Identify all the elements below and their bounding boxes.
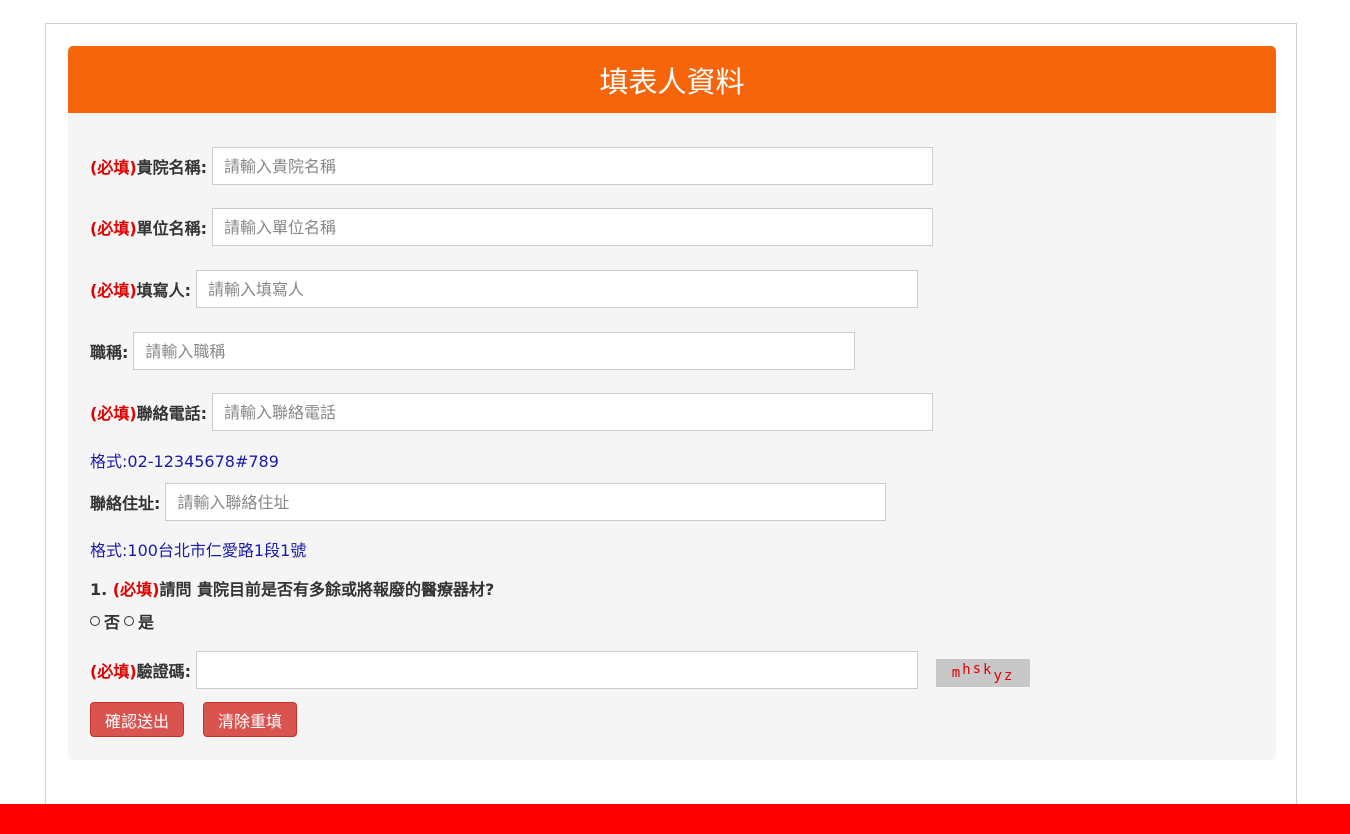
- form-panel: 填表人資料 (必填)貴院名稱: (必填)單位名稱: (必填)填寫人: 職稱: (…: [68, 46, 1276, 760]
- captcha-char: s: [972, 661, 983, 677]
- radio-label-no: 否: [104, 613, 121, 632]
- filler-row: (必填)填寫人:: [90, 269, 919, 309]
- required-mark: (必填): [112, 580, 160, 599]
- submit-button[interactable]: 確認送出: [90, 702, 185, 737]
- filler-label: (必填)填寫人:: [90, 281, 192, 300]
- captcha-char: y: [993, 668, 1004, 684]
- required-mark: (必填): [90, 662, 137, 681]
- question-text: 請問 貴院目前是否有多餘或將報廢的醫療器材?: [159, 580, 495, 599]
- radio-circle-icon[interactable]: [124, 616, 135, 626]
- unit-name-label: (必填)單位名稱:: [90, 219, 208, 238]
- reset-button[interactable]: 清除重填: [203, 702, 298, 737]
- radio-label-yes: 是: [138, 613, 155, 632]
- job-title-row: 職稱:: [90, 331, 856, 371]
- radio-option-yes[interactable]: 是: [124, 609, 154, 633]
- address-label: 聯絡住址:: [90, 494, 161, 513]
- radio-option-no[interactable]: 否: [90, 609, 120, 633]
- address-row: 聯絡住址:: [90, 482, 887, 522]
- form-title: 填表人資料: [68, 46, 1276, 113]
- job-title-input[interactable]: [133, 332, 856, 370]
- phone-input[interactable]: [212, 393, 934, 431]
- radio-circle-icon[interactable]: [90, 616, 100, 626]
- footer-bar: [0, 804, 1350, 834]
- phone-label: (必填)聯絡電話:: [90, 404, 208, 423]
- captcha-row: (必填)驗證碼:: [90, 650, 919, 690]
- captcha-input[interactable]: [196, 651, 919, 689]
- job-title-label: 職稱:: [90, 343, 129, 362]
- unit-name-input[interactable]: [212, 208, 934, 246]
- captcha-char: k: [983, 662, 994, 678]
- required-mark: (必填): [90, 281, 137, 300]
- captcha-image: m h s k y z: [936, 659, 1030, 687]
- address-input[interactable]: [165, 483, 887, 521]
- question-number: 1.: [90, 580, 108, 599]
- phone-row: (必填)聯絡電話:: [90, 392, 934, 432]
- captcha-label: (必填)驗證碼:: [90, 662, 192, 681]
- required-mark: (必填): [90, 404, 137, 423]
- phone-format-hint: 格式:02-12345678#789: [90, 452, 279, 471]
- required-mark: (必填): [90, 158, 137, 177]
- address-format-hint: 格式:100台北市仁愛路1段1號: [90, 541, 307, 560]
- question-1-options: 否 是: [90, 609, 158, 633]
- hospital-name-row: (必填)貴院名稱:: [90, 146, 934, 186]
- question-1: 1. (必填)請問 貴院目前是否有多餘或將報廢的醫療器材?: [90, 576, 494, 600]
- captcha-char: z: [1003, 668, 1015, 684]
- hospital-name-label: (必填)貴院名稱:: [90, 158, 208, 177]
- captcha-char: h: [962, 662, 973, 678]
- hospital-name-input[interactable]: [212, 147, 934, 185]
- captcha-char: m: [951, 665, 963, 681]
- required-mark: (必填): [90, 219, 137, 238]
- unit-name-row: (必填)單位名稱:: [90, 207, 934, 247]
- filler-input[interactable]: [196, 270, 919, 308]
